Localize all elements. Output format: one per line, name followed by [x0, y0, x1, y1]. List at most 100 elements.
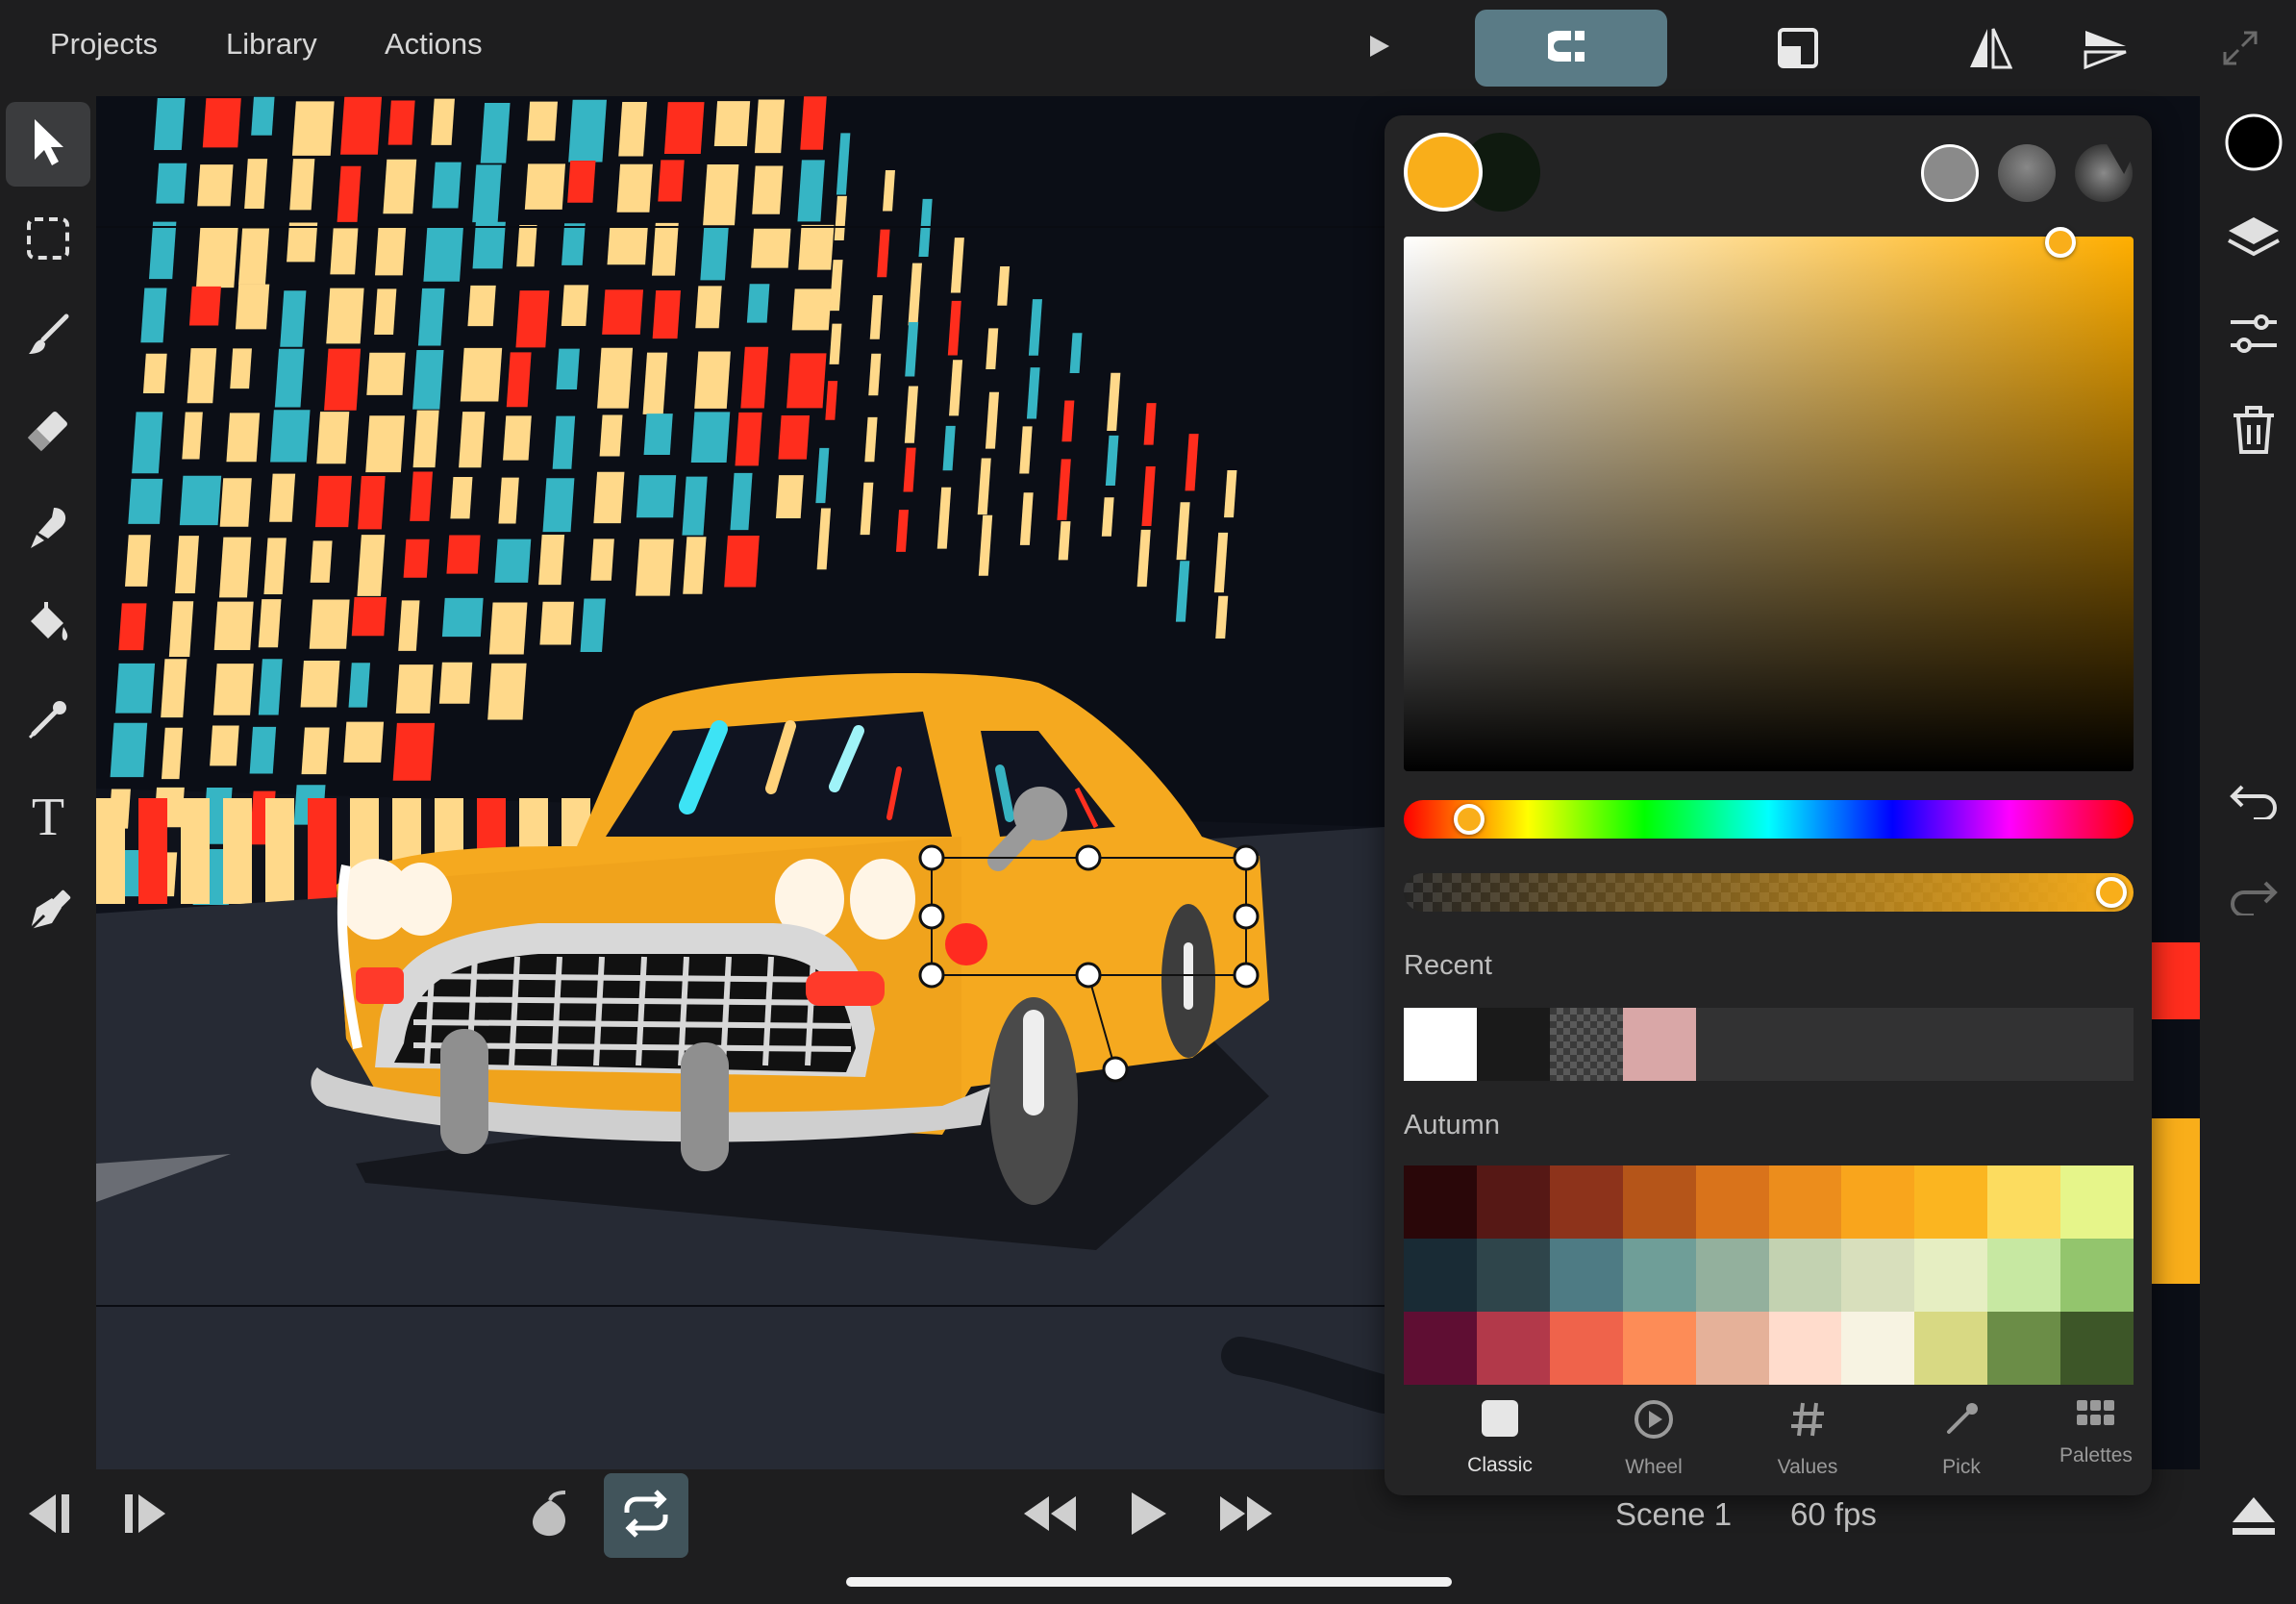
current-color-swatch[interactable]: [1404, 133, 1483, 212]
palette-color-swatch[interactable]: [1549, 1312, 1623, 1385]
expand-icon[interactable]: [2219, 27, 2261, 69]
building-window: [197, 164, 234, 207]
fps-label[interactable]: 60 fps: [1790, 1496, 1877, 1533]
saturation-value-knob[interactable]: [2045, 226, 2077, 258]
tool-select[interactable]: [6, 102, 90, 187]
palette-color-swatch[interactable]: [1987, 1312, 2061, 1385]
palette-color-swatch[interactable]: [1622, 1165, 1696, 1239]
saturation-value-field[interactable]: [1404, 237, 2134, 771]
palette-color-swatch[interactable]: [1987, 1165, 2061, 1239]
palette-color-swatch[interactable]: [1768, 1312, 1842, 1385]
building-window: [487, 663, 527, 720]
tab-classic[interactable]: Classic: [1433, 1399, 1567, 1477]
onion-skin-button[interactable]: [519, 1489, 581, 1546]
layers-button[interactable]: [2211, 198, 2296, 283]
redo-button[interactable]: [2211, 856, 2296, 940]
recent-color-swatch[interactable]: [1404, 1008, 1477, 1081]
palette-color-swatch[interactable]: [1695, 1312, 1769, 1385]
palette-color-swatch[interactable]: [1914, 1239, 1988, 1312]
palette-color-swatch[interactable]: [2060, 1165, 2134, 1239]
brush-preset-medium[interactable]: [1998, 144, 2056, 202]
tool-brush[interactable]: [6, 294, 90, 379]
palette-color-swatch[interactable]: [1841, 1312, 1915, 1385]
recent-color-swatch[interactable]: [1623, 1008, 1696, 1081]
palette-color-swatch[interactable]: [1914, 1165, 1988, 1239]
palette-color-swatch[interactable]: [1404, 1239, 1477, 1312]
palette-color-swatch[interactable]: [1622, 1239, 1696, 1312]
tab-palettes[interactable]: Palettes: [2048, 1399, 2144, 1467]
building-window: [503, 415, 532, 461]
building-window: [751, 228, 791, 268]
tool-text[interactable]: T: [6, 775, 90, 860]
play-icon[interactable]: [1360, 27, 1399, 65]
step-back-button[interactable]: [17, 1489, 75, 1542]
menu-actions[interactable]: Actions: [385, 27, 483, 62]
crop-icon[interactable]: [1774, 24, 1822, 72]
flip-vertical-icon[interactable]: [2077, 24, 2134, 72]
palette-color-swatch[interactable]: [1841, 1239, 1915, 1312]
play-button[interactable]: [1119, 1487, 1177, 1544]
building-window: [343, 721, 385, 763]
tab-pick[interactable]: Pick: [1894, 1399, 2029, 1479]
palette-color-swatch[interactable]: [1404, 1312, 1477, 1385]
building-window: [568, 99, 607, 163]
tab-values[interactable]: Values: [1740, 1399, 1875, 1479]
undo-button[interactable]: [2211, 760, 2296, 844]
tool-marquee[interactable]: [6, 198, 90, 283]
loop-button[interactable]: [604, 1473, 688, 1558]
color-swatch-button[interactable]: [2211, 102, 2296, 187]
recent-color-swatch[interactable]: [1550, 1008, 1623, 1081]
palette-color-swatch[interactable]: [1476, 1312, 1550, 1385]
trash-button[interactable]: [2211, 390, 2296, 475]
palette-color-swatch[interactable]: [1549, 1239, 1623, 1312]
palette-color-swatch[interactable]: [1695, 1239, 1769, 1312]
opacity-slider[interactable]: [1404, 873, 2134, 912]
palette-color-swatch[interactable]: [1987, 1239, 2061, 1312]
brush-preset-hard[interactable]: [1921, 144, 1979, 202]
building-window: [161, 727, 184, 780]
eraser-icon: [25, 409, 71, 458]
menu-library[interactable]: Library: [226, 27, 317, 62]
tool-smudge[interactable]: [6, 487, 90, 571]
palette-color-swatch[interactable]: [2060, 1312, 2134, 1385]
palette-color-swatch[interactable]: [2060, 1239, 2134, 1312]
tool-pen[interactable]: [6, 871, 90, 956]
rewind-button[interactable]: [1019, 1489, 1083, 1542]
building-window: [423, 226, 463, 282]
step-forward-button[interactable]: [119, 1489, 177, 1542]
magnet-snap-button[interactable]: [1475, 10, 1667, 87]
adjustments-button[interactable]: [2211, 294, 2296, 379]
building-window: [132, 412, 163, 474]
palette-color-swatch[interactable]: [1476, 1239, 1550, 1312]
hue-slider[interactable]: [1404, 800, 2134, 839]
menu-projects[interactable]: Projects: [50, 27, 158, 62]
eject-button[interactable]: [2211, 1475, 2296, 1560]
building-window: [651, 222, 679, 276]
palette-color-swatch[interactable]: [1841, 1165, 1915, 1239]
recent-color-swatch[interactable]: [1477, 1008, 1550, 1081]
palette-color-swatch[interactable]: [1695, 1165, 1769, 1239]
palette-color-swatch[interactable]: [1549, 1165, 1623, 1239]
palette-color-swatch[interactable]: [1476, 1165, 1550, 1239]
building-window: [115, 663, 156, 714]
palette-color-swatch[interactable]: [1914, 1312, 1988, 1385]
tool-eyedropper[interactable]: [6, 679, 90, 764]
building-window: [480, 102, 511, 163]
opacity-knob[interactable]: [2096, 877, 2128, 908]
building-window: [195, 226, 238, 288]
palette-color-swatch[interactable]: [1768, 1165, 1842, 1239]
palette-color-swatch[interactable]: [1404, 1165, 1477, 1239]
tab-wheel[interactable]: Wheel: [1586, 1399, 1721, 1479]
tool-fill[interactable]: [6, 583, 90, 667]
tool-eraser[interactable]: [6, 390, 90, 475]
scene-label[interactable]: Scene 1: [1615, 1496, 1732, 1533]
building-window: [690, 412, 731, 463]
building-window: [580, 598, 606, 652]
fast-forward-button[interactable]: [1213, 1489, 1277, 1542]
building-window: [658, 160, 685, 202]
building-window: [148, 221, 177, 280]
flip-horizontal-icon[interactable]: [1966, 24, 2014, 72]
palette-color-swatch[interactable]: [1622, 1312, 1696, 1385]
palette-color-swatch[interactable]: [1768, 1239, 1842, 1312]
building-window: [374, 288, 397, 335]
